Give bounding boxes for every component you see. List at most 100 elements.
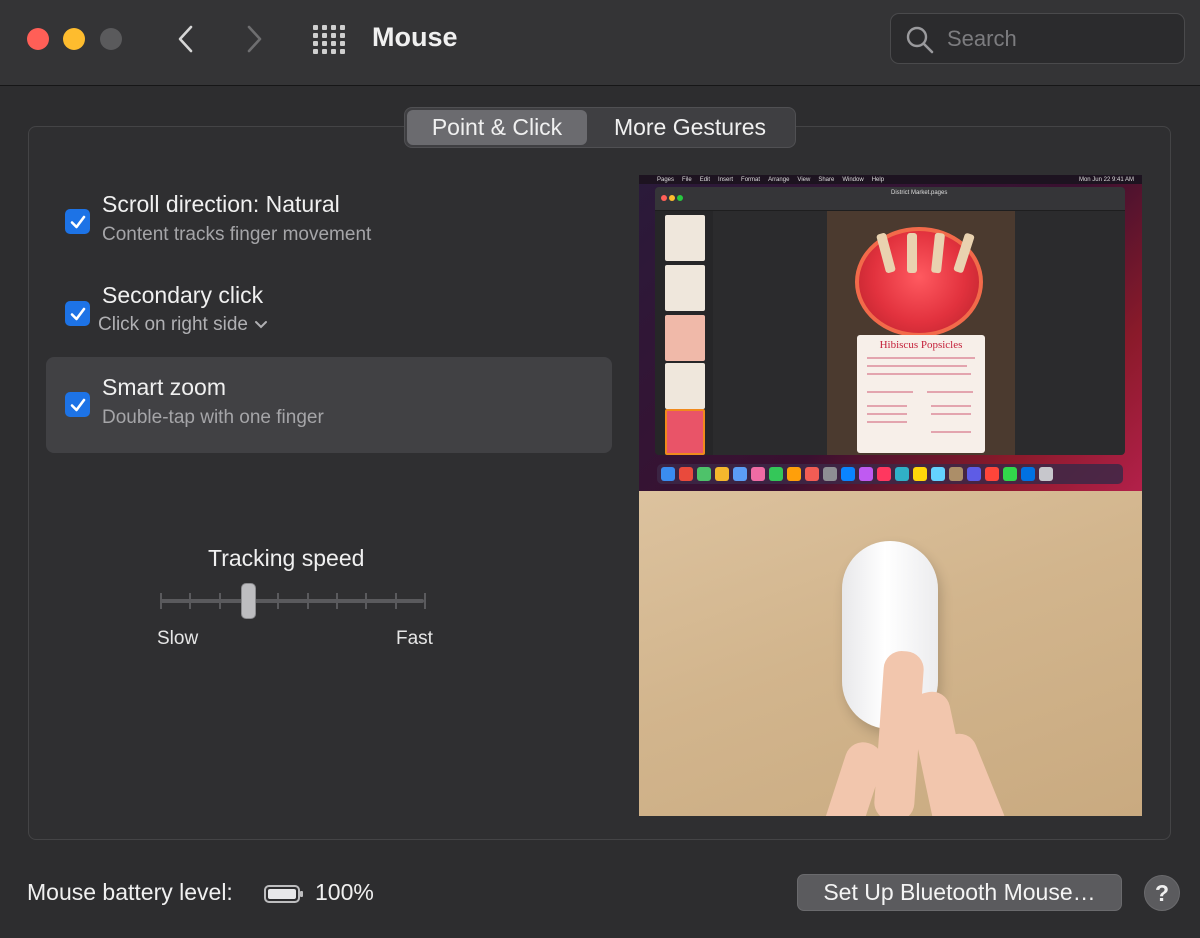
preview-menu-item: Window [842, 176, 864, 183]
tab-point-and-click[interactable]: Point & Click [407, 110, 587, 145]
preview-dock [657, 464, 1123, 484]
option-subtitle: Content tracks finger movement [102, 224, 372, 245]
grid-dot [340, 41, 345, 46]
slider-tick [424, 593, 426, 609]
title-bar: Mouse [0, 0, 1200, 86]
preview-sidebar [655, 211, 713, 455]
preview-menu-item: File [682, 176, 692, 183]
grid-dot [322, 33, 327, 38]
preview-menu-item: Insert [718, 176, 734, 183]
search-icon [906, 26, 934, 54]
option-title: Scroll direction: Natural [102, 191, 340, 217]
close-window-button[interactable] [27, 28, 49, 50]
scroll-direction-checkbox[interactable] [65, 209, 90, 234]
preview-dock-icon [913, 467, 927, 481]
secondary-click-popup[interactable]: Click on right side [98, 314, 268, 336]
preview-dock-icon [985, 467, 999, 481]
search-input[interactable] [947, 24, 1167, 54]
preview-dock-icon [841, 467, 855, 481]
grid-dot [313, 33, 318, 38]
option-scroll-direction[interactable]: Scroll direction: Natural Content tracks… [46, 174, 612, 270]
minimize-window-button[interactable] [63, 28, 85, 50]
preview-dock-icon [967, 467, 981, 481]
grid-dot [340, 33, 345, 38]
preview-dock-icon [805, 467, 819, 481]
preview-dock-icon [949, 467, 963, 481]
tracking-speed-label: Tracking speed [208, 545, 365, 571]
preview-recipe-title: Hibiscus Popsicles [879, 339, 963, 351]
preview-menu-item: Share [818, 176, 835, 183]
preview-menu-item: Edit [699, 176, 711, 183]
show-all-grid-icon[interactable] [310, 24, 346, 54]
grid-dot [331, 41, 336, 46]
help-button[interactable]: ? [1144, 875, 1180, 911]
grid-dot [340, 25, 345, 30]
preview-doc-page: Hibiscus Popsicles [827, 211, 1015, 455]
grid-dot [313, 25, 318, 30]
option-secondary-click[interactable]: Secondary click Click on right side [46, 265, 612, 361]
preview-menu-item: View [797, 176, 811, 183]
checkmark-icon [70, 215, 85, 228]
search-field[interactable] [890, 13, 1185, 64]
preview-dock-icon [895, 467, 909, 481]
preview-dock-icon [1003, 467, 1017, 481]
preview-dock-icon [1039, 467, 1053, 481]
window-title: Mouse [372, 22, 458, 52]
grid-dot [331, 25, 336, 30]
preview-dock-icon [787, 467, 801, 481]
grid-dot [322, 25, 327, 30]
preview-menu-item: Pages [657, 176, 675, 183]
preview-dock-icon [823, 467, 837, 481]
preview-doc-title: District Market.pages [891, 190, 948, 196]
back-button[interactable] [168, 20, 204, 58]
slider-knob[interactable] [241, 583, 256, 619]
chevron-left-icon [178, 25, 193, 53]
checkmark-icon [70, 307, 85, 320]
grid-dot [313, 41, 318, 46]
preview-desk [639, 491, 1142, 816]
grid-dot [340, 49, 345, 54]
battery-icon [264, 885, 303, 903]
setup-bluetooth-mouse-button[interactable]: Set Up Bluetooth Mouse… [797, 874, 1122, 911]
preview-dock-icon [877, 467, 891, 481]
gesture-preview-video: Pages File Edit Insert Format Arrange View Shar… [639, 175, 1142, 816]
preview-dock-icon [751, 467, 765, 481]
preview-menubar: Pages File Edit Insert Format Arrange View Shar… [639, 175, 1142, 184]
preview-dock-icon [1021, 467, 1035, 481]
grid-dot [322, 41, 327, 46]
zoom-window-button[interactable] [100, 28, 122, 50]
preview-toolbar: District Market.pages [655, 187, 1125, 211]
preview-menu-item: Arrange [768, 176, 790, 183]
grid-dot [331, 49, 336, 54]
preview-app-window: District Market.pages Hibiscus Popsicles [655, 187, 1125, 455]
option-smart-zoom[interactable]: Smart zoom Double-tap with one finger [46, 357, 612, 453]
slider-min-label: Slow [157, 628, 199, 649]
preview-screen: Pages File Edit Insert Format Arrange View Shar… [639, 175, 1142, 491]
preview-dock-icon [859, 467, 873, 481]
secondary-click-checkbox[interactable] [65, 301, 90, 326]
preview-dock-icon [697, 467, 711, 481]
preview-dock-icon [733, 467, 747, 481]
grid-dot [331, 33, 336, 38]
option-title: Smart zoom [102, 374, 226, 400]
checkmark-icon [70, 398, 85, 411]
battery-level-value: 100% [315, 879, 374, 905]
chevron-right-icon [247, 25, 262, 53]
forward-button[interactable] [236, 20, 272, 58]
option-title: Secondary click [102, 282, 264, 308]
slider-max-label: Fast [396, 628, 433, 649]
chevron-down-icon [254, 321, 267, 329]
grid-dot [313, 49, 318, 54]
preview-menu-item: Format [741, 176, 761, 183]
tab-more-gestures[interactable]: More Gestures [587, 110, 793, 145]
popup-value: Click on right side [98, 314, 248, 335]
preview-dock-icon [661, 467, 675, 481]
tab-bar: Point & Click More Gestures [404, 107, 796, 148]
smart-zoom-checkbox[interactable] [65, 392, 90, 417]
tracking-speed-slider[interactable] [158, 583, 428, 619]
preview-dock-icon [715, 467, 729, 481]
slider-track [160, 599, 424, 603]
battery-level-label: Mouse battery level: [27, 879, 233, 905]
preview-dock-icon [769, 467, 783, 481]
preview-clock: Mon Jun 22 9:41 AM [1078, 176, 1134, 183]
